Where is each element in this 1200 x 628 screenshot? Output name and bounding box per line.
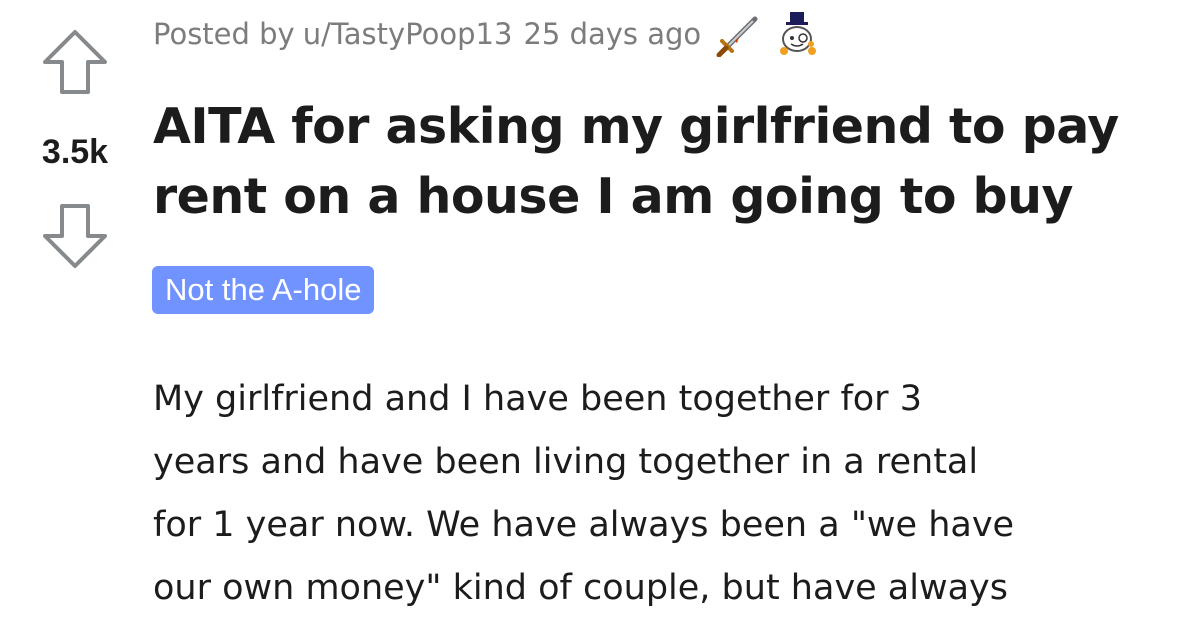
post-title[interactable]: AITA for asking my girlfriend to pay ren… — [153, 92, 1183, 232]
post-body: My girlfriend and I have been together f… — [153, 368, 1183, 628]
downvote-arrow-icon[interactable] — [41, 202, 109, 270]
body-line: for 1 year now. We have always been a "w… — [153, 505, 1015, 545]
author-link[interactable]: u/TastyPoop13 — [303, 17, 513, 51]
posted-by-label: Posted by — [153, 17, 295, 51]
body-line: our own money" kind of couple, but have … — [153, 568, 1009, 608]
vote-score: 3.5k — [41, 133, 109, 171]
post-flair-badge[interactable]: Not the A-hole — [152, 266, 375, 314]
post-timestamp[interactable]: 25 days ago — [523, 17, 701, 51]
vote-column: 3.5k — [0, 0, 150, 628]
top-hat-snoo-award-icon[interactable] — [775, 11, 821, 57]
body-line: years and have been living together in a… — [153, 442, 979, 482]
body-line: My girlfriend and I have been together f… — [153, 379, 922, 419]
sword-award-icon[interactable] — [715, 11, 761, 57]
upvote-arrow-icon[interactable] — [41, 28, 109, 96]
post-meta: Posted by u/TastyPoop13 25 days ago — [153, 11, 821, 57]
